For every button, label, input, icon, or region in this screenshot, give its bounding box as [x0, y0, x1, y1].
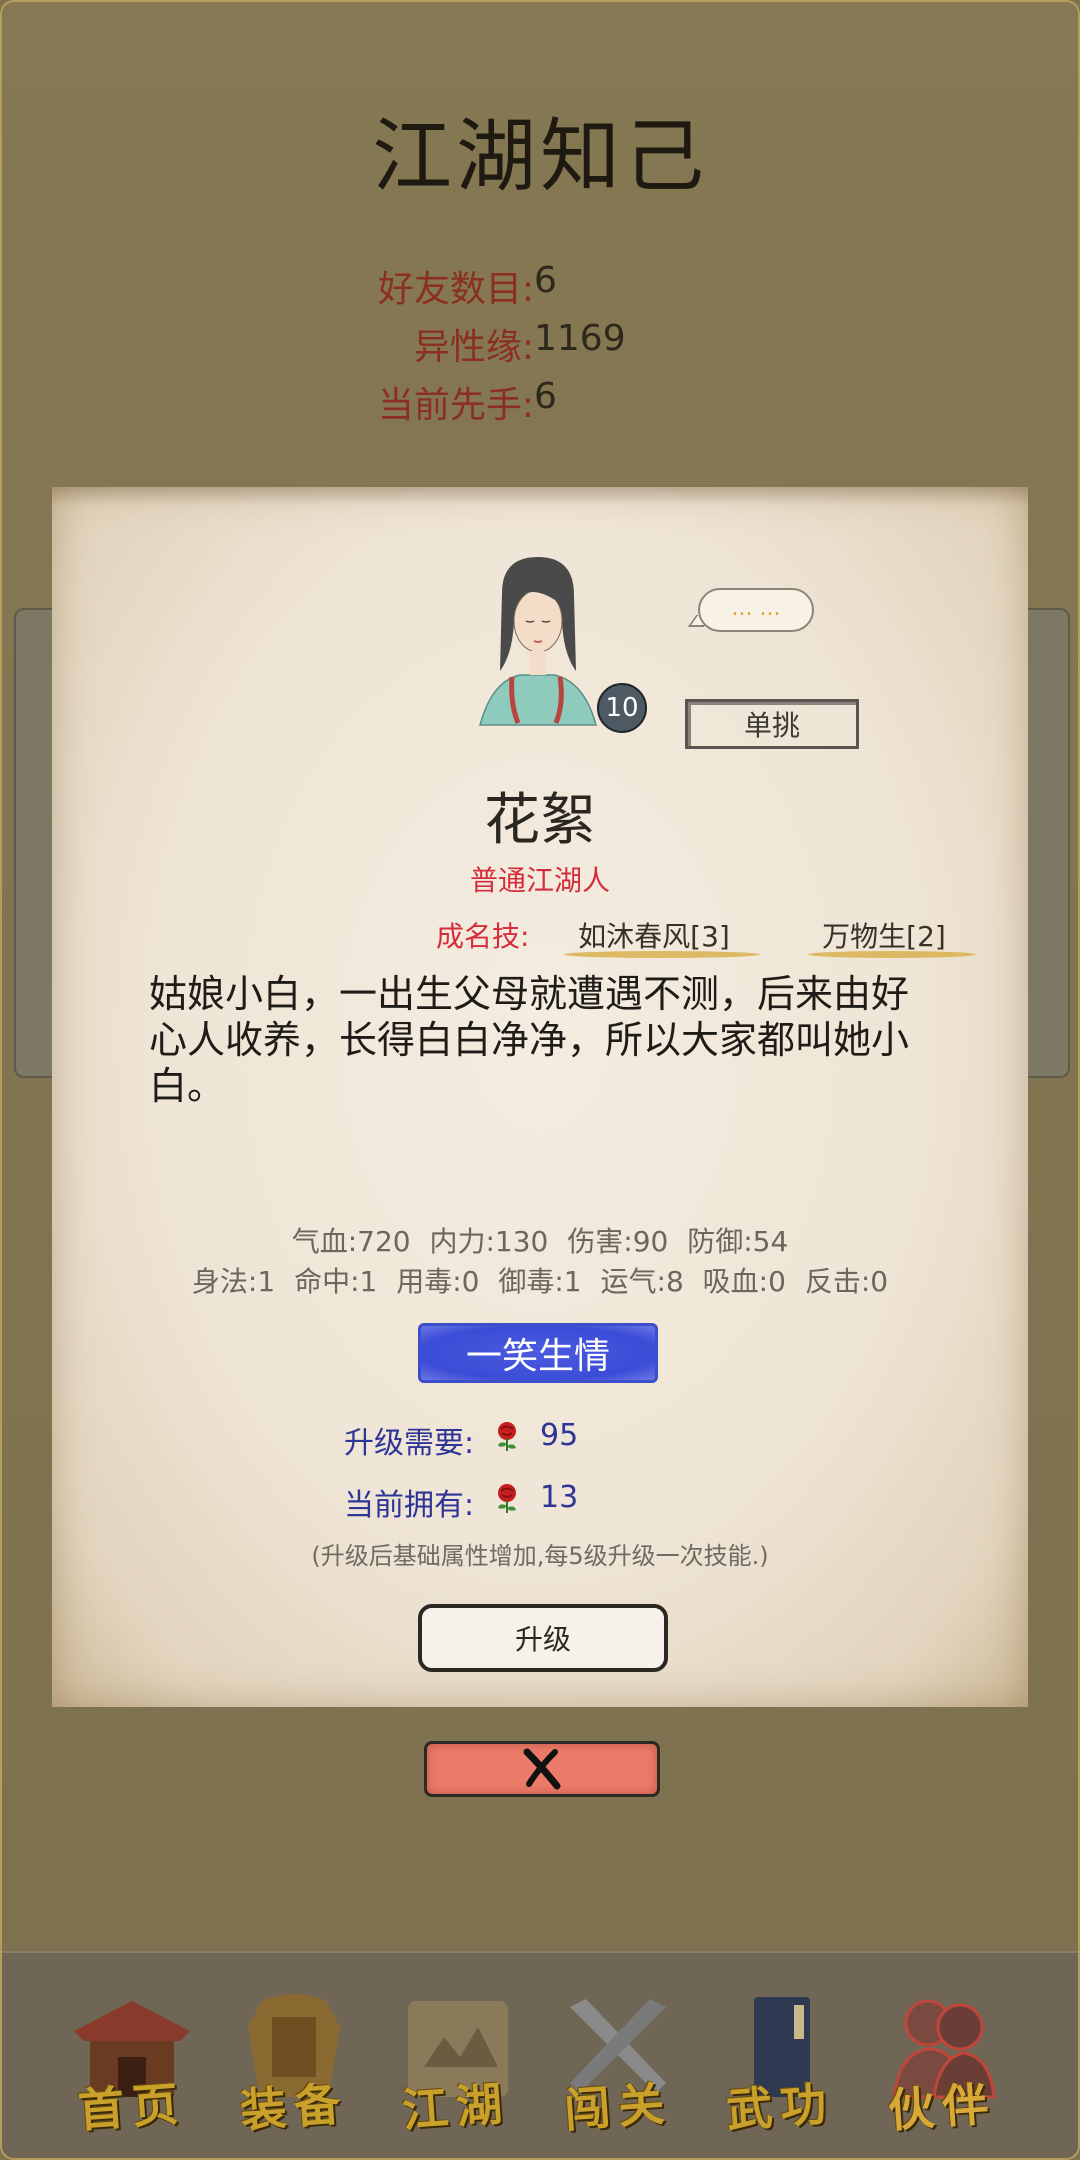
attributes-primary: 气血:720 内力:130 伤害:90 防御:54	[291, 1225, 789, 1258]
close-button[interactable]	[424, 1741, 660, 1797]
stat-label: 好友数目:	[377, 269, 534, 310]
nav-item-martial-arts[interactable]: 武功	[710, 1987, 850, 2138]
owned-row: 当前拥有: 13	[344, 1480, 578, 1524]
upgrade-hint: (升级后基础属性增加,每5级升级一次技能.)	[311, 1542, 769, 1570]
close-icon	[523, 1748, 561, 1789]
nav-label: 闯关	[562, 2076, 674, 2138]
nav-item-companions[interactable]: 伙伴	[872, 1987, 1012, 2138]
owned-value: 13	[540, 1480, 579, 1515]
skill-name: 如沐春风[3]	[578, 920, 730, 953]
upgrade-button[interactable]: 升级	[418, 1604, 668, 1672]
nav-label: 江湖	[400, 2076, 512, 2138]
rose-icon	[498, 1484, 516, 1513]
nav-label: 装备	[238, 2076, 350, 2138]
stat-label: 异性缘:	[413, 327, 534, 368]
special-skill-button[interactable]: 一笑生情	[418, 1323, 658, 1383]
signature-skill[interactable]: 万物生[2]	[808, 915, 976, 958]
attributes-secondary: 身法:1 命中:1 用毒:0 御毒:1 运气:8 吸血:0 反击:0	[191, 1265, 889, 1298]
speech-bubble: ... ...	[698, 588, 814, 632]
nav-label: 武功	[724, 2076, 836, 2138]
level-badge: 10	[597, 683, 647, 733]
nav-item-challenge[interactable]: 闯关	[548, 1987, 688, 2138]
stat-value: 6	[534, 260, 557, 301]
signature-skill[interactable]: 如沐春风[3]	[564, 915, 760, 958]
upgrade-need-value: 95	[540, 1418, 579, 1453]
stat-label: 当前先手:	[377, 385, 534, 426]
nav-item-jianghu[interactable]: 江湖	[386, 1987, 526, 2138]
stat-value: 6	[534, 376, 557, 417]
owned-label: 当前拥有:	[344, 1488, 475, 1523]
rose-icon	[498, 1422, 516, 1451]
nav-label: 首页	[76, 2076, 188, 2138]
nav-item-equipment[interactable]: 装备	[224, 1987, 364, 2138]
page-title: 江湖知己	[372, 110, 708, 203]
character-name: 花絮	[484, 788, 596, 853]
signature-skills-label: 成名技:	[436, 920, 530, 953]
character-type: 普通江湖人	[469, 864, 610, 897]
companion-detail-dialog: 10 ... ... 单挑 花絮 普通江湖人 成名技: 如沐春风[3] 万物生[…	[52, 487, 1028, 1707]
character-portrait	[479, 557, 597, 726]
stat-value: 1169	[534, 318, 626, 359]
skill-name: 万物生[2]	[822, 920, 946, 953]
duel-button[interactable]: 单挑	[685, 699, 859, 749]
nav-item-home[interactable]: 首页	[62, 1987, 202, 2138]
bottom-nav: 首页 装备 江湖 闯关 武功 伙伴	[2, 1951, 1078, 2158]
upgrade-need-label: 升级需要:	[344, 1426, 475, 1461]
character-bio: 姑娘小白，一出生父母就遭遇不测，后来由好心人收养，长得白白净净，所以大家都叫她小…	[149, 972, 910, 1108]
upgrade-cost-row: 升级需要: 95	[344, 1418, 578, 1462]
nav-label: 伙伴	[886, 2076, 998, 2138]
